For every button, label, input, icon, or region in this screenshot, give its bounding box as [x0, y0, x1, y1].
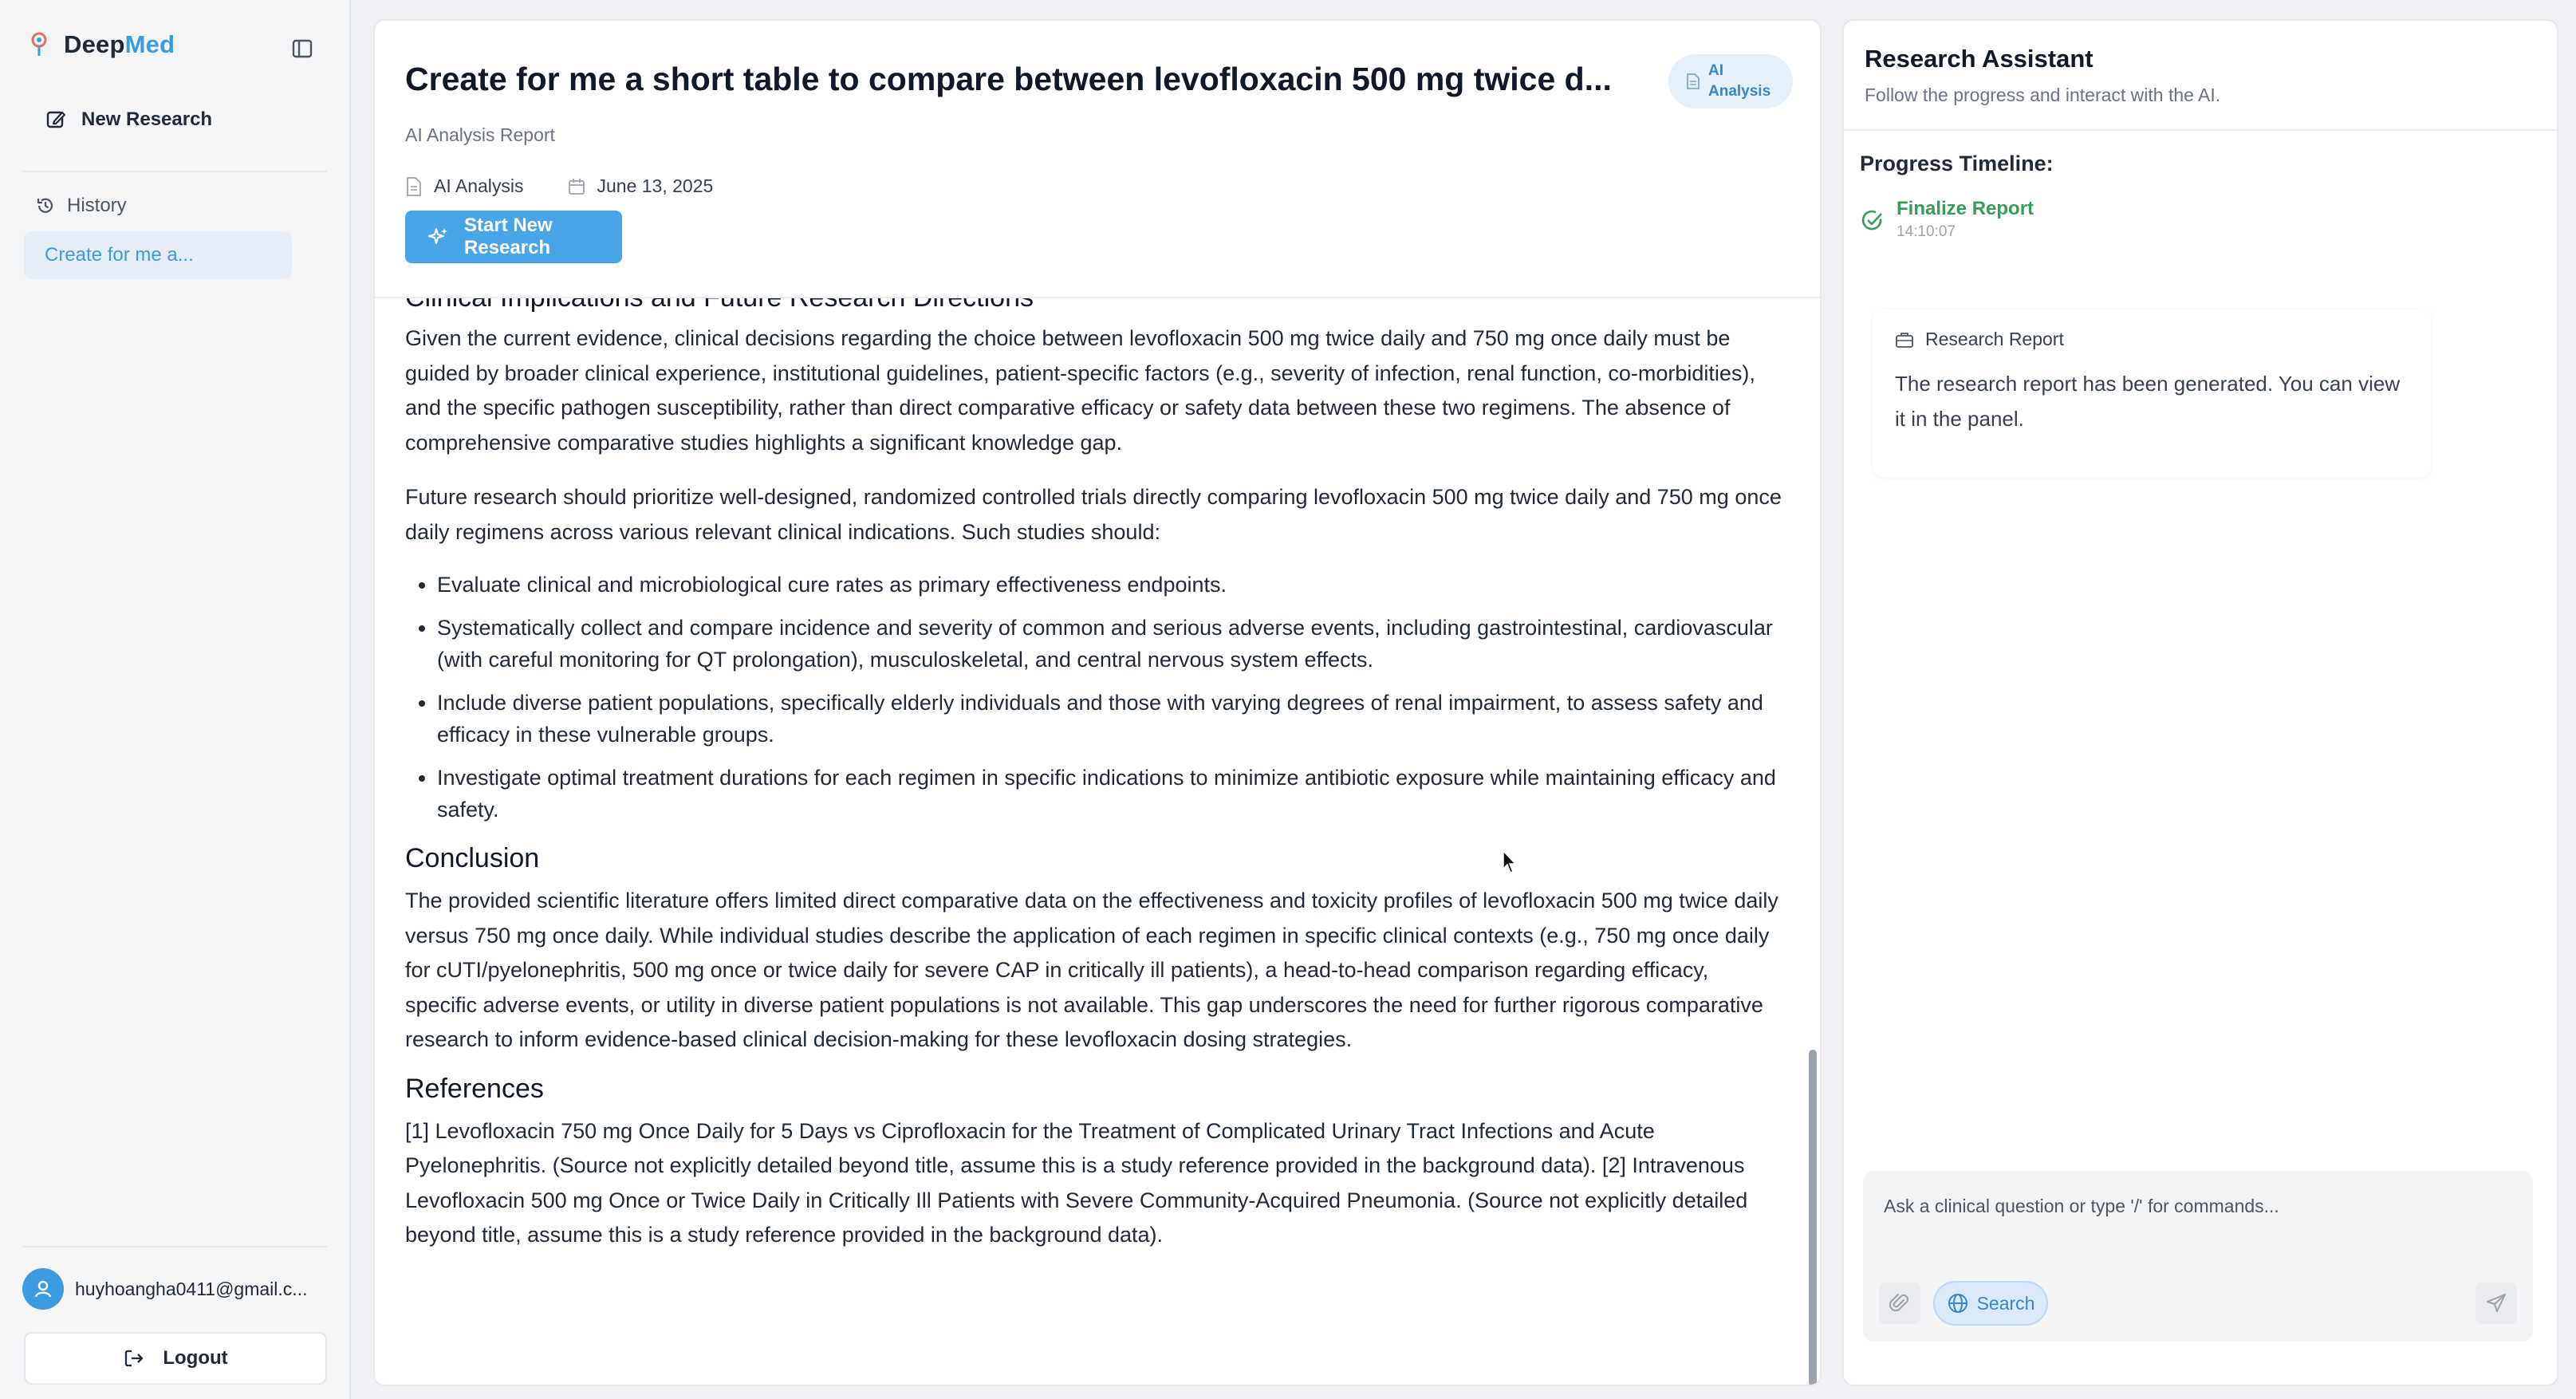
calendar-icon — [567, 177, 586, 196]
mouse-cursor-icon — [1503, 850, 1518, 874]
report-title: Create for me a short table to compare b… — [405, 61, 1612, 97]
sparkle-icon — [427, 226, 450, 248]
list-item: Evaluate clinical and microbiological cu… — [437, 569, 1785, 601]
brand[interactable]: DeepMed — [30, 30, 175, 59]
sidebar: DeepMed New Research History Create for — [0, 0, 351, 1399]
attach-button[interactable] — [1879, 1283, 1920, 1324]
new-research-button[interactable]: New Research — [45, 108, 212, 131]
assistant-subtitle: Follow the progress and interact with th… — [1865, 85, 2221, 105]
assistant-panel: Research Assistant Follow the progress a… — [1842, 19, 2558, 1386]
search-toggle-button[interactable]: Search — [1933, 1281, 2048, 1326]
history-item[interactable]: Create for me a... — [24, 231, 292, 279]
chat-input[interactable] — [1882, 1187, 2507, 1225]
start-new-research-label: Start New Research — [464, 215, 553, 258]
recommendations-list: Evaluate clinical and microbiological cu… — [405, 569, 1785, 826]
references-paragraph: [1] Levofloxacin 750 mg Once Daily for 5… — [405, 1118, 1748, 1247]
list-item: Investigate optimal treatment durations … — [437, 762, 1785, 826]
history-item-label: Create for me a... — [45, 244, 194, 266]
brand-name-dark: Deep — [64, 30, 125, 58]
edit-icon — [45, 108, 67, 131]
list-item: Include diverse patient populations, spe… — [437, 687, 1785, 751]
report-scrollbar[interactable] — [1809, 1050, 1817, 1385]
report-panel: Clinical Implications and Future Researc… — [373, 19, 1822, 1386]
document-icon — [1686, 73, 1700, 90]
send-button[interactable] — [2476, 1283, 2517, 1324]
check-circle-icon — [1860, 207, 1885, 241]
report-card-text: The research report has been generated. … — [1895, 372, 2401, 431]
sidebar-divider — [22, 171, 327, 172]
assistant-divider — [1844, 129, 2557, 131]
implications-paragraph-2: Future research should prioritize well-d… — [405, 485, 1782, 544]
avatar — [22, 1268, 64, 1310]
section-heading-references: References — [405, 1073, 544, 1104]
brand-name: DeepMed — [64, 30, 175, 59]
search-toggle-label: Search — [1976, 1292, 2035, 1314]
briefcase-icon — [1895, 331, 1914, 349]
history-icon — [35, 195, 56, 216]
logout-label: Logout — [163, 1347, 228, 1369]
logo-mark-icon — [30, 32, 48, 57]
paperclip-icon — [1889, 1294, 1908, 1312]
logout-icon — [123, 1347, 145, 1369]
globe-icon — [1947, 1292, 1969, 1314]
sidebar-toggle-icon[interactable] — [289, 35, 316, 62]
user-account[interactable]: huyhoangha0411@gmail.c... — [22, 1268, 307, 1310]
sidebar-divider-bottom — [22, 1246, 327, 1247]
list-item: Systematically collect and compare incid… — [437, 612, 1785, 676]
history-label: History — [67, 195, 127, 216]
logout-button[interactable]: Logout — [24, 1332, 327, 1385]
report-body: Clinical Implications and Future Researc… — [405, 282, 1785, 1253]
report-card-header: Research Report — [1895, 329, 2409, 350]
report-date: June 13, 2025 — [597, 175, 714, 196]
report-subtitle: AI Analysis Report — [405, 124, 555, 145]
report-type: AI Analysis — [434, 175, 524, 196]
history-heading: History — [35, 195, 127, 217]
report-card-title: Research Report — [1925, 329, 2064, 349]
conclusion-paragraph: The provided scientific literature offer… — [405, 889, 1778, 1051]
user-icon — [34, 1280, 52, 1298]
chat-composer: Search — [1863, 1171, 2533, 1342]
new-research-label: New Research — [81, 108, 213, 130]
timeline-item-time: 14:10:07 — [1897, 223, 1956, 240]
badge-label: AI Analysis — [1708, 62, 1771, 100]
send-icon — [2487, 1294, 2506, 1312]
brand-name-accent: Med — [124, 30, 175, 58]
timeline-item-title: Finalize Report — [1897, 198, 2034, 219]
report-meta: AI Analysis June 13, 2025 — [405, 175, 713, 197]
assistant-title: Research Assistant — [1865, 45, 2093, 73]
ai-analysis-badge: AI Analysis — [1668, 54, 1793, 108]
start-new-research-button[interactable]: Start New Research — [405, 211, 622, 263]
section-heading-conclusion: Conclusion — [405, 843, 540, 873]
research-report-card[interactable]: Research Report The research report has … — [1873, 309, 2431, 477]
implications-paragraph-1: Given the current evidence, clinical dec… — [405, 326, 1755, 455]
document-icon — [405, 176, 423, 197]
timeline-item: Finalize Report 14:10:07 — [1860, 198, 2034, 241]
report-header: Create for me a short table to compare b… — [375, 21, 1820, 298]
user-email: huyhoangha0411@gmail.c... — [75, 1278, 308, 1299]
timeline-label: Progress Timeline: — [1860, 152, 2054, 175]
